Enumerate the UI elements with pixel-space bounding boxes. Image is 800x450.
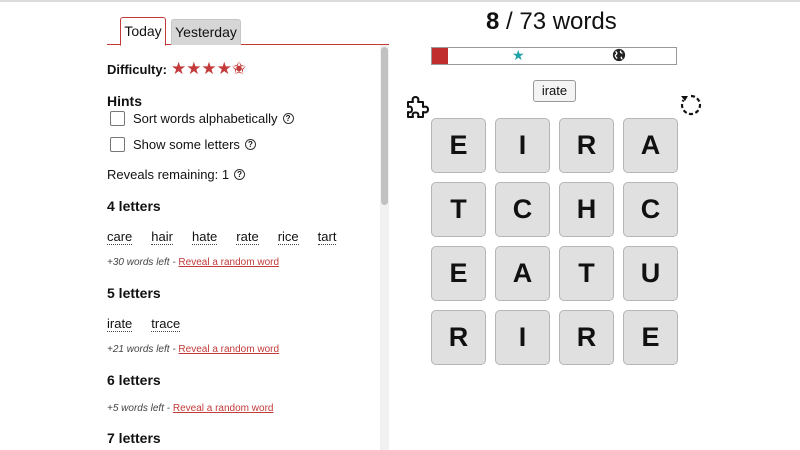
difficulty-label: Difficulty: (107, 61, 167, 77)
section-5-letters-words: irate trace (107, 317, 199, 332)
word-count: 8 / 73 words (486, 8, 617, 36)
star-icon: ★ (512, 47, 525, 63)
letter-tile[interactable]: E (431, 118, 486, 173)
section-7-letters-title: 7 letters (107, 430, 161, 446)
letter-grid: EIRATCHCEATURIRE (431, 118, 679, 366)
tab-today[interactable]: Today (120, 17, 166, 46)
section-5-letters-title: 5 letters (107, 285, 161, 301)
letter-tile[interactable]: C (623, 182, 678, 237)
reveal-random-word-link[interactable]: Reveal a random word (178, 344, 279, 355)
letter-tile[interactable]: C (495, 182, 550, 237)
puzzle-icon[interactable] (403, 93, 431, 121)
reveal-random-word-link[interactable]: Reveal a random word (178, 257, 279, 268)
help-icon[interactable]: ? (234, 169, 246, 180)
letter-tile[interactable]: A (495, 246, 550, 301)
show-letters-option[interactable]: Show some letters ? (110, 137, 256, 152)
letter-tile[interactable]: U (623, 246, 678, 301)
found-word[interactable]: tart (317, 230, 337, 245)
reveals-remaining: Reveals remaining: 1 ? (107, 167, 246, 182)
top-divider (0, 0, 800, 2)
scrollbar-thumb[interactable] (381, 47, 388, 205)
half-star-icon: ✬ (231, 59, 247, 78)
section-6-letters-title: 6 letters (107, 372, 161, 388)
difficulty-row: Difficulty: ★★★★✬ (107, 59, 246, 79)
help-icon[interactable]: ? (282, 113, 294, 124)
letter-tile[interactable]: A (623, 118, 678, 173)
letter-tile[interactable]: I (495, 310, 550, 365)
help-icon[interactable]: ? (244, 139, 256, 150)
show-letters-label: Show some letters (133, 137, 240, 152)
current-word-display: irate (533, 80, 576, 102)
reveals-label: Reveals remaining: 1 (107, 167, 230, 182)
found-word[interactable]: trace (151, 317, 181, 332)
letter-tile[interactable]: R (559, 118, 614, 173)
letter-tile[interactable]: T (431, 182, 486, 237)
letter-tile[interactable]: I (495, 118, 550, 173)
sort-alphabetically-option[interactable]: Sort words alphabetically ? (110, 111, 294, 126)
section-4-letters-note: +30 words left - Reveal a random word (107, 257, 279, 268)
show-letters-checkbox[interactable] (110, 137, 125, 152)
found-word[interactable]: irate (107, 317, 133, 332)
letter-tile[interactable]: H (559, 182, 614, 237)
panel-scrollbar[interactable] (380, 45, 389, 450)
hints-heading: Hints (107, 93, 142, 109)
tab-bar: Today Yesterday (107, 17, 389, 46)
found-word[interactable]: rice (277, 230, 299, 245)
letter-tile[interactable]: R (431, 310, 486, 365)
full-stars-icon: ★★★★ (170, 59, 232, 78)
section-4-letters-title: 4 letters (107, 198, 161, 214)
section-6-letters-note: +5 words left - Reveal a random word (107, 403, 273, 414)
section-4-letters-words: care hair hate rate rice tart (107, 230, 355, 245)
total-count: / 73 words (499, 8, 617, 35)
sort-alphabetically-checkbox[interactable] (110, 111, 125, 126)
letter-tile[interactable]: E (431, 246, 486, 301)
found-count: 8 (486, 8, 500, 35)
words-left-text: +5 words left - (107, 403, 173, 414)
words-left-text: +30 words left - (107, 257, 179, 268)
words-left-text: +21 words left - (107, 344, 179, 355)
found-word[interactable]: care (107, 230, 133, 245)
difficulty-stars: ★★★★✬ (171, 59, 246, 79)
progress-bar: ★ (431, 47, 677, 65)
letter-tile[interactable]: T (559, 246, 614, 301)
letter-tile[interactable]: E (623, 310, 678, 365)
section-5-letters-note: +21 words left - Reveal a random word (107, 344, 279, 355)
found-word[interactable]: rate (236, 230, 259, 245)
found-word[interactable]: hair (151, 230, 173, 245)
rotate-icon[interactable] (679, 93, 703, 117)
sort-alphabetically-label: Sort words alphabetically (133, 111, 278, 126)
tab-yesterday[interactable]: Yesterday (171, 19, 241, 45)
hints-panel: Today Yesterday Difficulty: ★★★★✬ Hints … (107, 17, 389, 450)
progress-fill (432, 48, 448, 64)
globe-icon (612, 48, 626, 62)
letter-tile[interactable]: R (559, 310, 614, 365)
found-word[interactable]: hate (191, 230, 218, 245)
reveal-random-word-link[interactable]: Reveal a random word (173, 403, 274, 414)
